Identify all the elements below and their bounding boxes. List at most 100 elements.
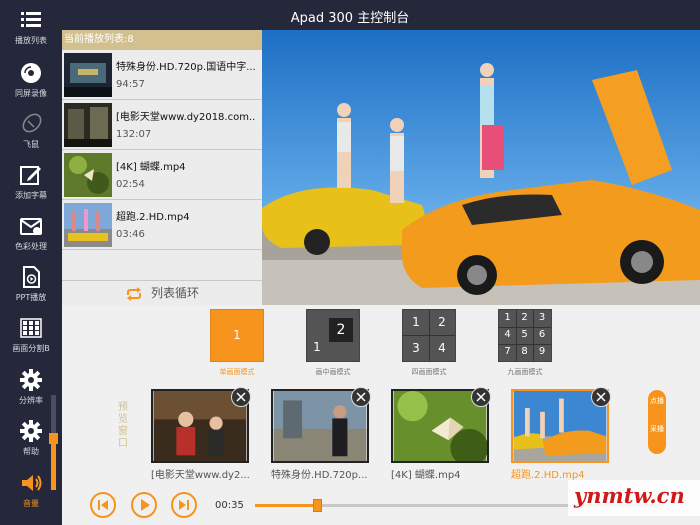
playlist-item-duration: 94:57 — [116, 79, 145, 90]
layout-cell: 1 — [412, 315, 420, 329]
playlist-item-name: 特殊身份.HD.720p.国语中字... — [116, 62, 256, 73]
seek-fill — [255, 504, 317, 507]
video-thumbnail — [64, 203, 112, 247]
gear-icon — [20, 369, 42, 391]
playlist-item-name: [电影天堂www.dy2018.com... — [116, 112, 256, 123]
sidebar-item-label: PPT播放 — [15, 293, 47, 302]
layout-cell: 7 — [504, 346, 511, 357]
preview-item-name: 超跑.2.HD.mp4 — [511, 470, 585, 481]
sidebar-item-air-mouse[interactable]: 飞鼠 — [0, 106, 62, 156]
layout-pip-button[interactable]: 1 2 画中画模式 — [306, 309, 360, 379]
layout-nine-button[interactable]: 1 2 3 4 5 6 7 8 9 九画面模式 — [498, 309, 552, 379]
playlist-item-duration: 132:07 — [116, 129, 152, 140]
sidebar-item-ppt[interactable]: PPT播放 — [0, 259, 62, 309]
sidebar-item-add-subtitle[interactable]: 添加字幕 — [0, 157, 62, 207]
close-icon[interactable] — [471, 387, 491, 407]
preview-window-label: 预览窗口 — [118, 402, 128, 449]
sidebar-item-label: 播放列表 — [15, 36, 47, 45]
play-icon — [141, 499, 150, 511]
grid-icon — [20, 318, 42, 338]
video-thumbnail — [64, 103, 112, 147]
playlist-item[interactable]: [电影天堂www.dy2018.com... 132:07 — [62, 100, 262, 150]
sidebar-item-playlist[interactable]: 播放列表 — [0, 2, 62, 52]
loop-mode-label: 列表循环 — [150, 286, 199, 300]
close-icon[interactable] — [231, 387, 251, 407]
app-title: Apad 300 主控制台 — [290, 11, 410, 26]
elapsed-time: 00:35 — [215, 500, 244, 511]
layout-label: 画中画模式 — [315, 368, 351, 376]
layout-cell: 5 — [521, 329, 528, 340]
loop-icon — [126, 286, 141, 301]
playlist-item-duration: 02:54 — [116, 179, 145, 190]
title-bar: Apad 300 主控制台 — [0, 0, 700, 30]
layout-label: 单画面模式 — [219, 368, 255, 376]
volume-fill — [51, 437, 56, 490]
list-icon — [21, 12, 41, 27]
volume-icon — [22, 475, 42, 491]
preview-item[interactable]: 特殊身份.HD.720p... — [271, 387, 371, 481]
preview-window: 预览窗口 [电影天堂www.dy2... 特殊身份.HD.720p... [4K… — [62, 380, 700, 485]
playlist-item-duration: 03:46 — [116, 229, 145, 240]
sidebar-item-screen-record[interactable]: 同屏录像 — [0, 55, 62, 105]
video-thumbnail — [64, 153, 112, 197]
mode-on-demand: 点播 — [650, 397, 664, 405]
sidebar-item-label: 同屏录像 — [15, 89, 47, 98]
layout-quad-preview: 1 2 3 4 — [402, 309, 456, 362]
preview-item[interactable]: [电影天堂www.dy2... — [151, 387, 251, 481]
layout-single-preview: 1 — [210, 309, 264, 362]
edit-icon — [20, 166, 41, 185]
air-mouse-icon — [22, 113, 42, 133]
playlist-item[interactable]: 特殊身份.HD.720p.国语中字... 94:57 — [62, 50, 262, 100]
volume-knob[interactable] — [49, 432, 58, 444]
mode-capture: 采播 — [650, 425, 664, 433]
layout-label: 四画面模式 — [411, 368, 447, 376]
playlist-item-name: [4K] 蝴蝶.mp4 — [116, 162, 186, 173]
sidebar-item-label: 画面分割B — [12, 344, 50, 353]
video-thumbnail — [64, 53, 112, 97]
next-button[interactable] — [171, 492, 197, 518]
seek-knob[interactable] — [312, 499, 322, 512]
close-icon[interactable] — [351, 387, 371, 407]
play-button[interactable] — [131, 492, 157, 518]
skip-back-icon — [98, 500, 108, 510]
layout-label: 九画面模式 — [507, 368, 543, 376]
layout-cell: 2 — [521, 312, 528, 323]
sidebar-item-label: 色彩处理 — [15, 242, 47, 251]
watermark: ynmtw.cn — [568, 480, 700, 516]
sidebar-item-label: 音量 — [23, 499, 39, 508]
help-gear-icon — [20, 420, 42, 442]
layout-single-button[interactable]: 1 单画面模式 — [210, 309, 264, 379]
sidebar-item-split-screen[interactable]: 画面分割B — [0, 310, 62, 360]
ppt-icon — [23, 266, 40, 288]
disc-icon — [21, 63, 41, 83]
layout-selector: 1 单画面模式 1 2 画中画模式 1 2 3 4 四画面模式 1 2 3 4 … — [62, 305, 700, 380]
layout-cell: 3 — [538, 312, 546, 323]
layout-quad-button[interactable]: 1 2 3 4 四画面模式 — [402, 309, 456, 379]
layout-cell: 9 — [538, 346, 546, 357]
playlist-item[interactable]: [4K] 蝴蝶.mp4 02:54 — [62, 150, 262, 200]
preview-item-selected[interactable]: 超跑.2.HD.mp4 — [511, 387, 611, 481]
sidebar-item-label: 飞鼠 — [23, 140, 39, 149]
main-video-preview — [262, 30, 700, 305]
color-icon — [20, 218, 42, 235]
sidebar-item-label: 添加字幕 — [15, 191, 47, 200]
play-mode-toggle[interactable]: 点播 采播 — [648, 390, 666, 454]
watermark-text: ynmtw.cn — [574, 483, 685, 508]
layout-cell: 2 — [329, 318, 353, 342]
layout-cell: 6 — [538, 329, 546, 340]
sidebar-item-color-process[interactable]: 色彩处理 — [0, 208, 62, 258]
playlist-header: 当前播放列表:8 — [62, 30, 262, 50]
previous-button[interactable] — [90, 492, 116, 518]
layout-nine-preview: 1 2 3 4 5 6 7 8 9 — [498, 309, 552, 362]
preview-item[interactable]: [4K] 蝴蝶.mp4 — [391, 387, 491, 481]
playlist-panel: 当前播放列表:8 特殊身份.HD.720p.国语中字... 94:57 [电影天… — [62, 30, 262, 305]
loop-mode-button[interactable]: 列表循环 — [62, 280, 262, 305]
playlist-item[interactable]: 超跑.2.HD.mp4 03:46 — [62, 200, 262, 250]
layout-cell: 4 — [438, 341, 446, 355]
layout-cell: 4 — [504, 329, 511, 340]
layout-cell: 1 — [313, 340, 321, 354]
layout-cell: 1 — [504, 312, 511, 323]
layout-cell: 2 — [438, 315, 446, 329]
layout-cell: 3 — [412, 341, 420, 355]
close-icon[interactable] — [591, 387, 611, 407]
